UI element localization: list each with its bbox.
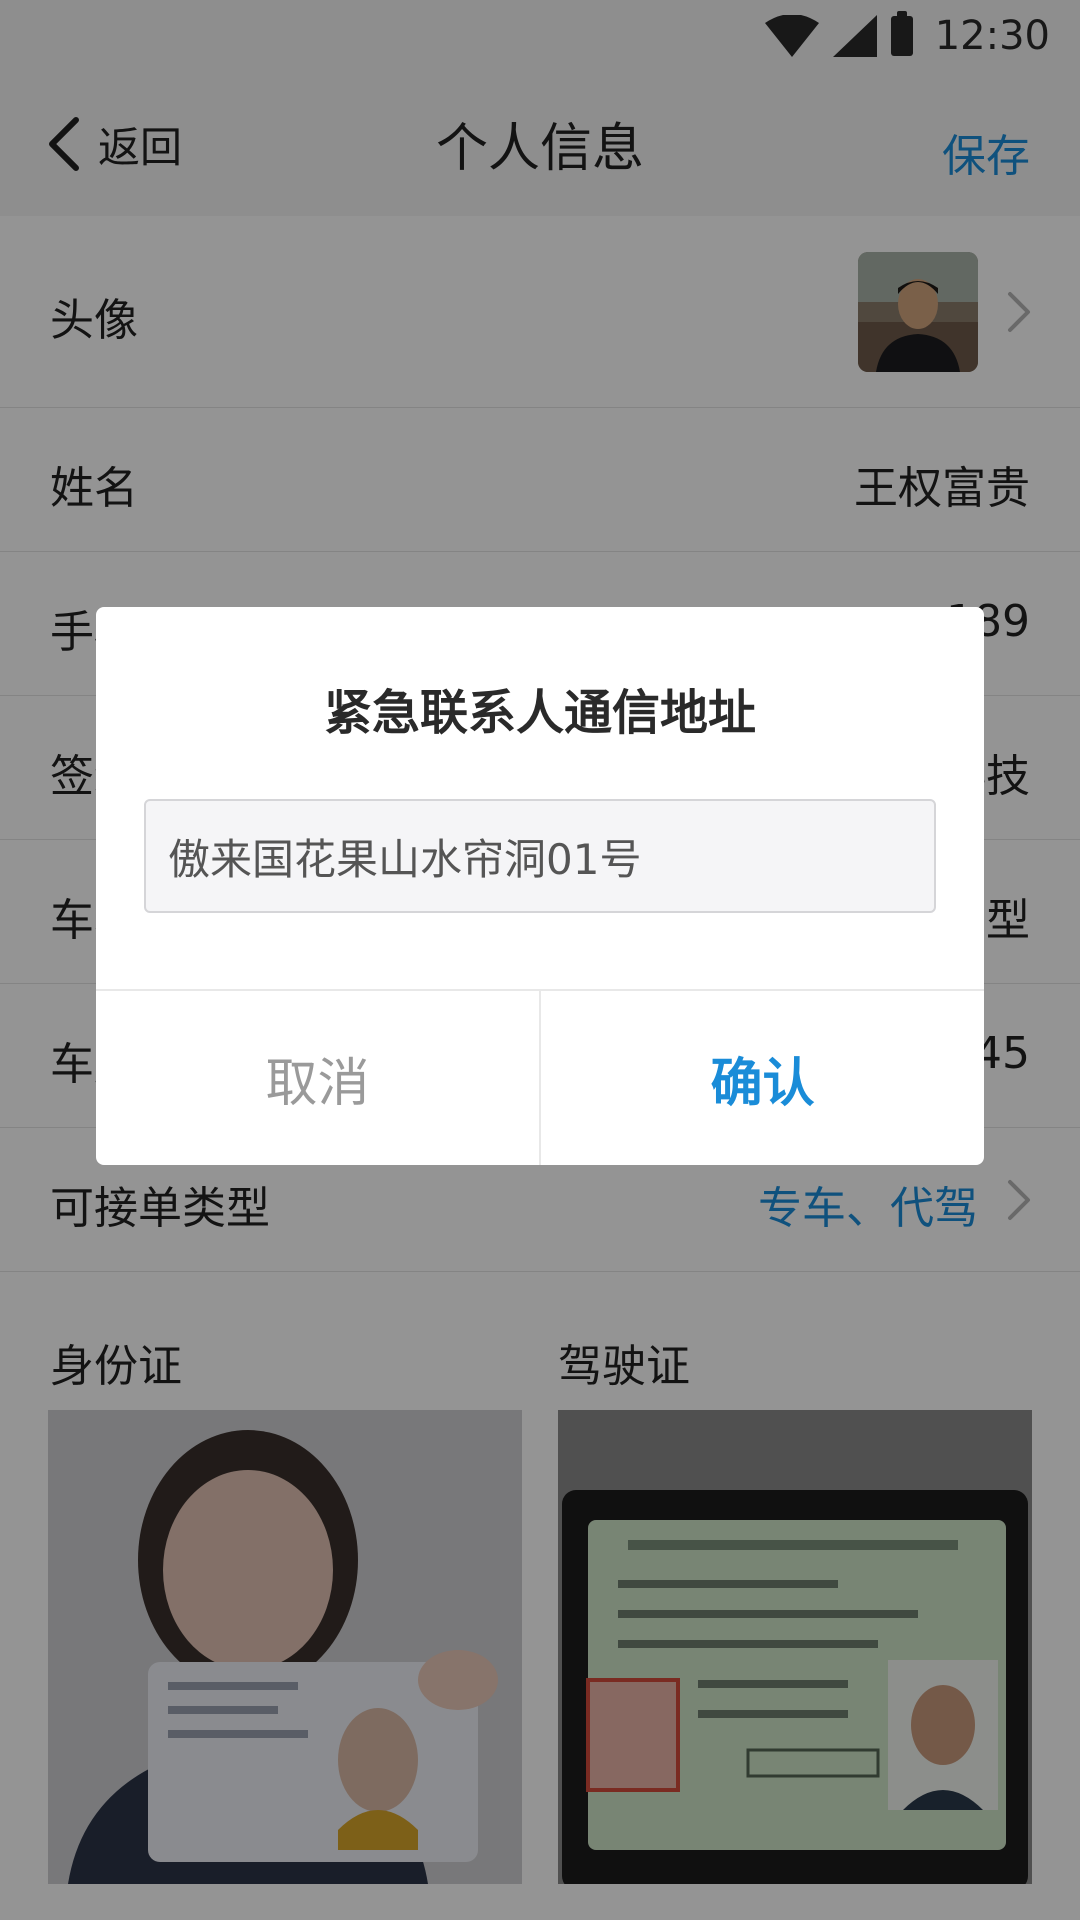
emergency-address-dialog: 紧急联系人通信地址 取消 确认	[96, 607, 984, 1165]
dialog-title: 紧急联系人通信地址	[323, 685, 756, 741]
cancel-button[interactable]: 取消	[96, 991, 539, 1165]
confirm-button[interactable]: 确认	[541, 991, 984, 1165]
address-input[interactable]	[144, 799, 936, 913]
